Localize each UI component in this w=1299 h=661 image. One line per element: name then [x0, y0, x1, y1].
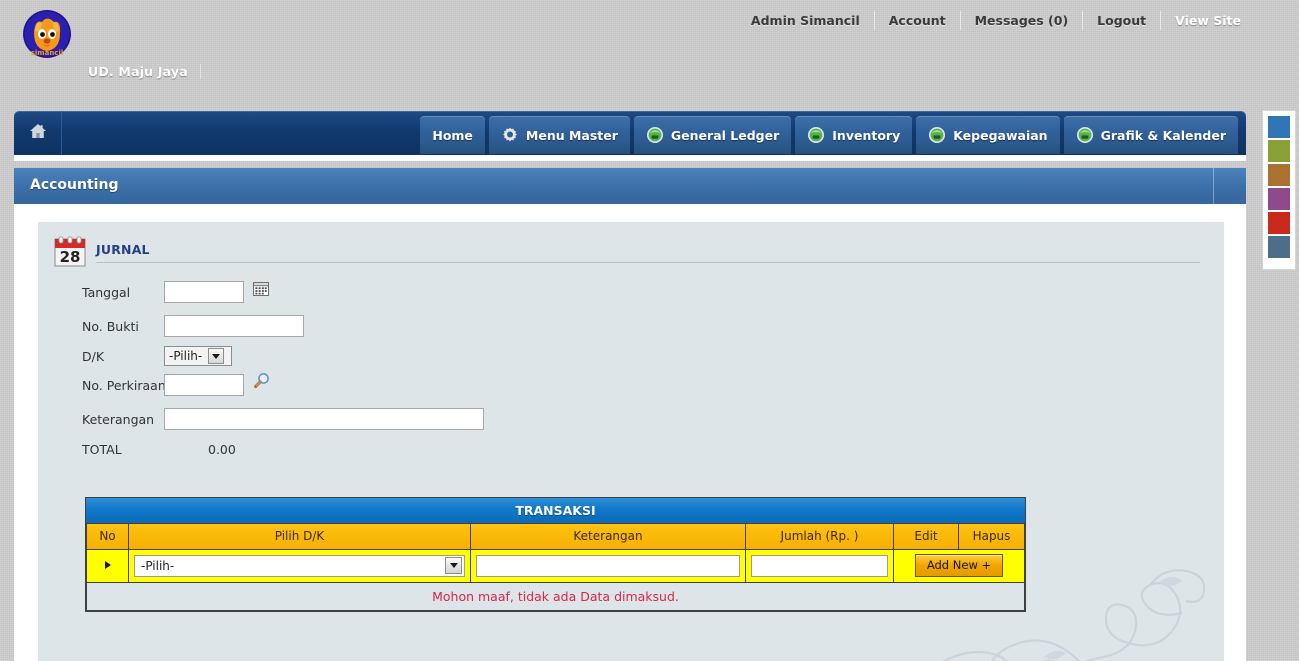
- main-navigation-bar: Home Menu Master General Ledger: [14, 111, 1246, 159]
- nav-item-grafik-kalender-label: Grafik & Kalender: [1101, 127, 1226, 143]
- transaksi-table: TRANSAKSI No Pilih D/K Keterangan Jumlah…: [85, 497, 1026, 612]
- col-pilih-dk: Pilih D/K: [129, 524, 471, 549]
- row-jumlah-input[interactable]: [751, 555, 888, 577]
- green-ball-icon: [807, 126, 825, 144]
- title-bar-divider: [1213, 168, 1214, 204]
- row-dk-cell: -Pilih-: [129, 549, 471, 582]
- col-no: No: [87, 524, 129, 549]
- top-nav-item-messages[interactable]: Messages (0): [961, 11, 1084, 30]
- table-header-row: No Pilih D/K Keterangan Jumlah (Rp. ) Ed…: [87, 524, 1025, 549]
- page-title: Accounting: [30, 177, 118, 193]
- simancil-fox-logo: simancil: [22, 9, 72, 59]
- transaksi-caption: TRANSAKSI: [86, 498, 1025, 524]
- chevron-down-icon: [208, 348, 224, 364]
- row-selector-arrow-icon: [105, 561, 111, 569]
- row-action-cell: Add New +: [894, 549, 1025, 582]
- green-ball-icon: [928, 126, 946, 144]
- row-dk-select-value: -Pilih-: [141, 559, 174, 573]
- nav-item-grafik-kalender[interactable]: Grafik & Kalender: [1064, 116, 1238, 154]
- no-perkiraan-input[interactable]: [164, 374, 244, 396]
- nav-item-home-label: Home: [432, 127, 473, 143]
- top-nav-item-admin[interactable]: Admin Simancil: [737, 11, 875, 30]
- add-new-button[interactable]: Add New +: [915, 554, 1003, 577]
- green-ball-icon: [1076, 126, 1094, 144]
- nav-item-inventory[interactable]: Inventory: [795, 116, 912, 154]
- top-nav-item-logout[interactable]: Logout: [1083, 11, 1161, 30]
- green-ball-icon: [646, 126, 664, 144]
- chevron-down-icon: [445, 557, 462, 574]
- home-button[interactable]: [14, 111, 62, 155]
- swatch-brown[interactable]: [1268, 164, 1290, 186]
- row-keterangan-cell: [471, 549, 746, 582]
- nav-item-inventory-label: Inventory: [832, 127, 900, 143]
- home-icon: [28, 121, 48, 145]
- total-value: 0.00: [208, 442, 236, 457]
- page-header: simancil UD. Maju Jaya Admin Simancil Ac…: [0, 0, 1299, 100]
- section-title: JURNAL: [96, 242, 150, 257]
- section-divider: [96, 262, 1200, 263]
- gear-icon: [501, 126, 519, 144]
- calendar-icon: 28: [54, 236, 86, 268]
- keterangan-input[interactable]: [164, 408, 484, 430]
- swatch-red[interactable]: [1268, 212, 1290, 234]
- nav-item-menu-master-label: Menu Master: [526, 127, 618, 143]
- nav-item-kepegawaian-label: Kepegawaian: [953, 127, 1047, 143]
- jurnal-panel: 28 JURNAL Tanggal No. Bukti D/K: [38, 222, 1224, 661]
- content-area: 28 JURNAL Tanggal No. Bukti D/K: [14, 204, 1246, 661]
- col-hapus: Hapus: [959, 524, 1025, 549]
- company-name: UD. Maju Jaya: [88, 64, 201, 79]
- nav-underline: [14, 155, 1246, 161]
- empty-state-row: Mohon maaf, tidak ada Data dimaksud.: [87, 582, 1025, 610]
- row-jumlah-cell: [746, 549, 894, 582]
- nav-item-home[interactable]: Home: [420, 116, 485, 154]
- search-magnifier-icon[interactable]: [253, 372, 271, 394]
- row-dk-select[interactable]: -Pilih-: [134, 555, 465, 577]
- col-edit: Edit: [894, 524, 959, 549]
- no-bukti-input[interactable]: [164, 315, 304, 337]
- nav-item-menu-master[interactable]: Menu Master: [489, 116, 630, 154]
- col-keterangan: Keterangan: [471, 524, 746, 549]
- top-utility-nav: Admin Simancil Account Messages (0) Logo…: [737, 11, 1241, 30]
- table-row: -Pilih- Add New +: [87, 549, 1025, 582]
- top-nav-item-view-site[interactable]: View Site: [1161, 11, 1241, 30]
- empty-state-message: Mohon maaf, tidak ada Data dimaksud.: [87, 582, 1025, 610]
- calendar-picker-icon[interactable]: [253, 281, 269, 301]
- top-nav-item-account[interactable]: Account: [875, 11, 961, 30]
- svg-text:simancil: simancil: [31, 49, 64, 57]
- col-jumlah: Jumlah (Rp. ): [746, 524, 894, 549]
- row-keterangan-input[interactable]: [476, 555, 740, 577]
- swatch-olive[interactable]: [1268, 140, 1290, 162]
- row-marker-cell: [87, 549, 129, 582]
- swatch-slate[interactable]: [1268, 236, 1290, 258]
- section-header: 28 JURNAL: [54, 236, 1204, 270]
- dk-select[interactable]: -Pilih-: [164, 346, 232, 366]
- nav-item-kepegawaian[interactable]: Kepegawaian: [916, 116, 1059, 154]
- nav-item-general-ledger-label: General Ledger: [671, 127, 779, 143]
- theme-color-switcher: [1262, 110, 1296, 270]
- dk-select-value: -Pilih-: [169, 349, 202, 363]
- label-total: TOTAL: [82, 442, 202, 457]
- tanggal-input[interactable]: [164, 281, 244, 303]
- swatch-purple[interactable]: [1268, 188, 1290, 210]
- nav-item-general-ledger[interactable]: General Ledger: [634, 116, 791, 154]
- swatch-blue[interactable]: [1268, 116, 1290, 138]
- page-title-bar: Accounting: [14, 168, 1246, 204]
- nav-items: Home Menu Master General Ledger: [416, 116, 1238, 154]
- calendar-day-number: 28: [60, 248, 81, 266]
